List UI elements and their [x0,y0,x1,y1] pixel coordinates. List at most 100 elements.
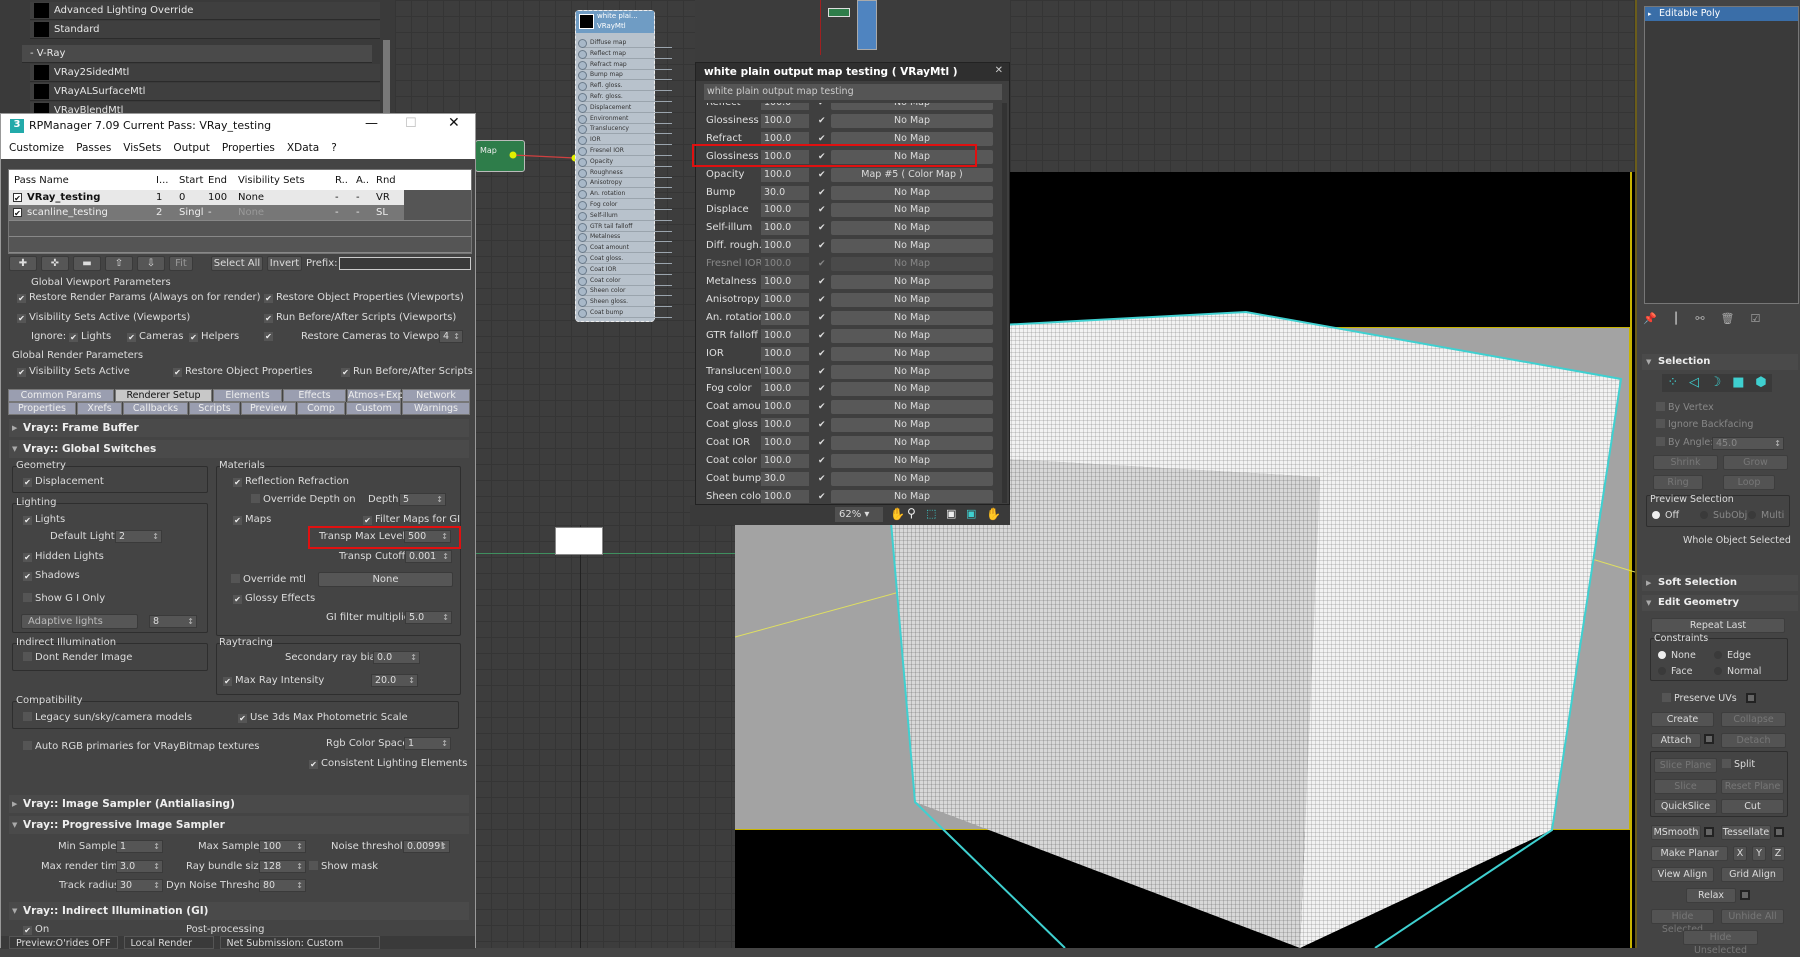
unhide-all-button[interactable]: Unhide All [1721,909,1784,924]
max-ray-intensity-checkbox[interactable]: ✔ Max Ray Intensity [223,675,324,686]
vertex-icon[interactable]: ⁘ [1667,374,1678,392]
secondary-ray-bias-spinner[interactable]: 0.0 [373,651,420,664]
pin-stack-icon[interactable]: 📌 [1643,312,1657,328]
checkbox[interactable] [23,652,32,661]
tab-elements[interactable]: Elements [213,389,282,402]
ignore-backfacing-checkbox[interactable]: Ignore Backfacing [1656,419,1753,430]
planar-x-button[interactable]: X [1733,846,1747,861]
pass-checkbox[interactable]: ✔ [13,193,22,203]
preview-subobj-radio[interactable]: SubObj [1700,510,1747,521]
show-end-result-icon[interactable]: ┃ [1673,312,1680,328]
repeat-last-button[interactable]: Repeat Last [1651,618,1785,633]
ignore-helpers[interactable]: ✔ Helpers [189,331,239,342]
collapse-button[interactable]: Collapse [1721,712,1786,727]
attach-button[interactable]: Attach [1651,733,1701,748]
glossy-effects-checkbox[interactable]: ✔ Glossy Effects [233,593,315,604]
detach-button[interactable]: Detach [1721,733,1786,748]
auto-rgb-checkbox[interactable]: Auto RGB primaries for VRayBitmap textur… [23,741,260,752]
pan-view-icon[interactable]: ✋ [986,507,1001,521]
tab-common-params[interactable]: Common Params [8,389,114,402]
maps-checkbox[interactable]: ✔ Maps [233,514,271,525]
map-slot-button[interactable]: No Map [831,221,993,236]
map-slot-button[interactable]: No Map [831,418,993,433]
checkbox[interactable]: ✔ [173,368,182,377]
planar-z-button[interactable]: Z [1771,846,1785,861]
checkbox[interactable] [23,593,32,602]
material-list-item[interactable]: Standard [30,21,380,39]
node-slot[interactable]: Fresnel IOR [578,145,672,156]
filter-maps-gi-checkbox[interactable]: ✔ Filter Maps for GI [363,514,460,525]
material-name-field[interactable]: white plain output map testing [704,84,1002,100]
checkbox[interactable]: ✔ [69,333,78,342]
map-enable-checkbox[interactable]: ✔ [818,420,826,430]
hide-selected-button[interactable]: Hide Selected [1651,909,1714,935]
zoom-dropdown[interactable]: 62% ▾ [835,507,883,522]
tessellate-button[interactable]: Tessellate [1721,825,1771,840]
map-amount-spinner[interactable]: 100.0 [761,257,809,272]
node-slot[interactable]: Opacity [578,156,672,167]
radio-button[interactable] [1652,511,1660,519]
hide-unselected-button[interactable]: Hide Unselected [1683,930,1758,956]
show-gi-only-checkbox[interactable]: Show G I Only [23,593,105,604]
checkbox[interactable]: ✔ [363,516,372,525]
preview-multi-radio[interactable]: Multi [1748,510,1784,521]
node-slot[interactable]: Diffuse map [578,37,672,48]
tessellate-settings-icon[interactable] [1774,827,1784,837]
node-slot[interactable]: Metalness [578,231,672,243]
shadows-checkbox[interactable]: ✔ Shadows [23,570,80,581]
adaptive-lights-spinner[interactable]: 8 [149,615,197,628]
checkbox[interactable]: ✔ [23,516,32,525]
zoom-icon[interactable]: ⚲ [907,506,916,520]
constraint-face-radio[interactable]: Face [1658,666,1692,677]
rollout-frame-buffer[interactable]: ▶ Vray:: Frame Buffer [9,419,469,437]
ignore-cameras[interactable]: ✔ Cameras [127,331,183,342]
node-slot[interactable]: Environment [578,113,672,124]
min-samples-spinner[interactable]: 1 [116,840,163,853]
checkbox[interactable] [231,574,240,583]
map-amount-spinner[interactable]: 100.0 [761,489,809,503]
map-amount-spinner[interactable]: 100.0 [761,103,809,110]
pan-hand-icon[interactable]: ✋ [890,507,905,521]
restore-cameras-checkbox[interactable]: ✔ [264,332,273,341]
hidden-lights-checkbox[interactable]: ✔ Hidden Lights [23,551,104,562]
map-amount-spinner[interactable]: 100.0 [761,167,809,182]
photometric-scale-checkbox[interactable]: ✔ Use 3ds Max Photometric Scale [238,712,408,723]
remove-modifier-icon[interactable]: 🗑 [1721,312,1735,328]
configure-sets-icon[interactable]: ☑ [1751,312,1761,328]
map-slot-button[interactable]: No Map [831,292,993,307]
show-mask-checkbox[interactable]: Show mask [309,861,378,872]
remove-pass-icon[interactable]: ▬ [73,256,101,271]
node-slot[interactable]: GTR tail falloff [578,221,672,232]
close-icon[interactable]: ✕ [995,65,1003,76]
run-scripts[interactable]: ✔ Run Before/After Scripts [341,366,473,377]
shrink-button[interactable]: Shrink [1653,455,1718,470]
material-browser-scrollbar[interactable] [383,40,390,115]
map-slot-button[interactable]: No Map [831,185,993,200]
checkbox[interactable] [1722,759,1731,768]
ignore-lights[interactable]: ✔ Lights [69,331,111,342]
map-slot-button[interactable]: No Map [831,454,993,468]
tab-effects[interactable]: Effects [283,389,346,402]
checkbox[interactable] [1656,437,1665,446]
menu-output[interactable]: Output [173,142,209,156]
max-ray-intensity-spinner[interactable]: 20.0 [371,674,418,687]
checkbox[interactable]: ✔ [341,368,350,377]
node-slot[interactable]: Anisotropy [578,177,672,189]
visibility-sets-active[interactable]: ✔ Visibility Sets Active [17,366,130,377]
gi-on-checkbox[interactable]: ✔ On [23,924,49,935]
checkbox[interactable] [23,741,32,750]
checkbox[interactable]: ✔ [189,333,198,342]
restore-cameras-spinner[interactable]: 4 [439,330,463,343]
move-down-icon[interactable]: ⇩ [137,256,165,271]
by-angle-spinner[interactable]: 45.0 [1712,437,1784,450]
override-mtl-button[interactable]: None [318,572,453,587]
checkbox[interactable] [1662,693,1671,702]
track-radius-spinner[interactable]: 30 [116,879,163,892]
map-slot-button[interactable]: No Map [831,257,993,272]
category-header[interactable]: - V-Ray [22,45,372,63]
rollout-progressive-sampler[interactable]: ▼ Vray:: Progressive Image Sampler [9,816,469,834]
constraint-edge-radio[interactable]: Edge [1714,650,1751,661]
map-amount-spinner[interactable]: 100.0 [761,328,809,343]
menu-passes[interactable]: Passes [76,142,111,156]
minimize-icon[interactable]: — [365,116,378,131]
